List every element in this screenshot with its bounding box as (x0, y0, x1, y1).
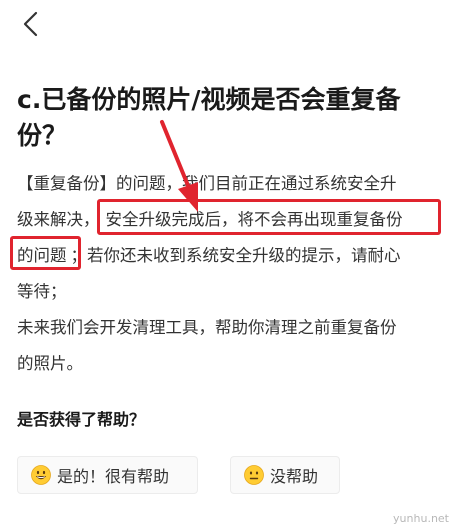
helpful-no-label: 没帮助 (270, 467, 319, 486)
body-text: 等待； (17, 282, 67, 301)
body-line: 等待； (17, 274, 442, 310)
watermark: yunhu.net (393, 512, 449, 525)
body-text: 的照片。 (17, 354, 83, 373)
neutral-face-icon (244, 465, 264, 485)
body-line: 级来解决， 安全升级完成后，将不会再出现重复备份 (17, 202, 442, 238)
body-line: 的问题 ；若你还未收到系统安全升级的提示，请耐心 (17, 238, 442, 274)
body-line: 【重复备份】的问题，我们目前正在通过系统安全升 (17, 166, 442, 202)
helpful-no-button[interactable]: 没帮助 (230, 456, 340, 494)
back-button[interactable] (16, 8, 48, 40)
grinning-face-icon (31, 465, 51, 485)
body-text: 【重复备份】的问题，我们目前正在通过系统安全升 (17, 174, 397, 193)
chevron-left-icon (23, 11, 38, 37)
highlighted-text: 安全升级完成后，将不会再出现重复备份 (105, 210, 403, 229)
body-line: 未来我们会开发清理工具，帮助你清理之前重复备份 (17, 310, 442, 346)
feedback-question: 是否获得了帮助？ (17, 410, 146, 429)
helpful-yes-label: 是的！很有帮助 (57, 467, 170, 486)
body-line: 的照片。 (17, 346, 442, 382)
body-text: 未来我们会开发清理工具，帮助你清理之前重复备份 (17, 318, 397, 337)
body-text: ；若你还未收到系统安全升级的提示，请耐心 (70, 246, 401, 265)
article-body: 【重复备份】的问题，我们目前正在通过系统安全升 级来解决， 安全升级完成后，将不会… (17, 166, 442, 382)
helpful-yes-button[interactable]: 是的！很有帮助 (17, 456, 198, 494)
article-title: c.已备份的照片/视频是否会重复备份？ (17, 85, 401, 150)
highlighted-text: 的问题 (17, 246, 67, 265)
body-text: 级来解决， (17, 210, 100, 229)
